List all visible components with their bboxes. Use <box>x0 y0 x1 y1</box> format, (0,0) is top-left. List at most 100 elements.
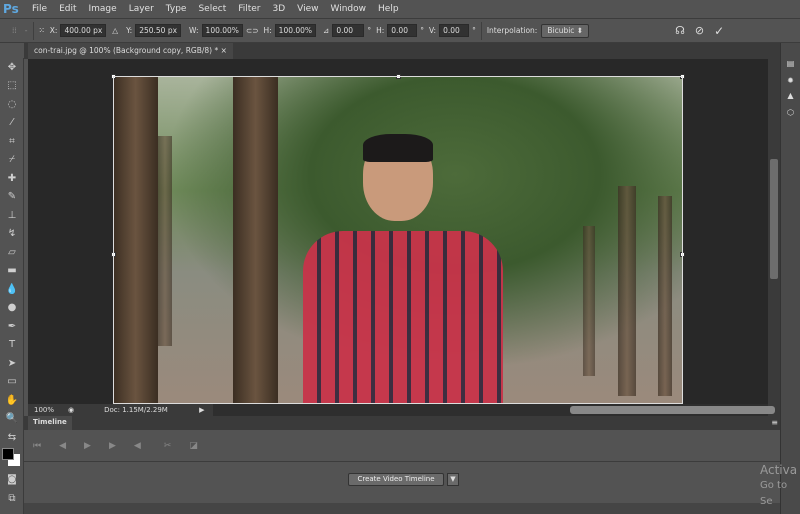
pen-tool-icon[interactable]: ✒ <box>0 317 24 336</box>
healing-tool-icon[interactable]: ✚ <box>0 169 24 188</box>
menu-help[interactable]: Help <box>372 4 405 14</box>
move-tool-icon[interactable]: ✥ <box>0 58 24 77</box>
document-tab[interactable]: con-trai.jpg @ 100% (Background copy, RG… <box>28 43 233 59</box>
menu-select[interactable]: Select <box>192 4 232 14</box>
document-tabs: con-trai.jpg @ 100% (Background copy, RG… <box>24 43 780 59</box>
vertical-scroll-thumb[interactable] <box>770 159 778 279</box>
hair <box>363 134 433 162</box>
lasso-tool-icon[interactable]: ◌ <box>0 95 24 114</box>
screen-mode-icon[interactable]: ⧉ <box>0 489 24 508</box>
reference-point-icon[interactable]: ⁙ <box>39 26 45 35</box>
close-tab-icon[interactable]: × <box>221 46 227 55</box>
hand-tool-icon[interactable]: ✋ <box>0 391 24 410</box>
menu-bar: Ps File Edit Image Layer Type Select Fil… <box>0 0 800 18</box>
gradient-tool-icon[interactable]: ▬ <box>0 262 24 281</box>
interpolation-value: Bicubic <box>547 25 575 35</box>
menu-filter[interactable]: Filter <box>232 4 266 14</box>
marquee-tool-icon[interactable]: ⬚ <box>0 77 24 96</box>
vskew-field[interactable]: 0.00 <box>439 24 470 37</box>
height-field[interactable]: 100.00% <box>274 24 317 37</box>
swap-colors-icon[interactable]: ⇆ <box>0 428 24 447</box>
transition-icon[interactable]: ◪ <box>189 441 198 451</box>
previous-frame-icon[interactable]: ◀ <box>59 441 66 451</box>
dash-icon: - <box>24 26 28 35</box>
adjustments-icon[interactable]: ✹ <box>781 76 800 85</box>
windows-activation-watermark: Activa Go to Se <box>760 462 800 510</box>
menu-3d[interactable]: 3D <box>267 4 292 14</box>
menu-file[interactable]: File <box>26 4 53 14</box>
menu-image[interactable]: Image <box>83 4 123 14</box>
play-icon[interactable]: ▶ <box>84 441 91 451</box>
link-icon[interactable]: ⊂⊃ <box>246 26 259 35</box>
split-scissors-icon[interactable]: ✂ <box>164 441 172 451</box>
color-swatches[interactable] <box>0 447 23 471</box>
path-select-tool-icon[interactable]: ➤ <box>0 354 24 373</box>
cancel-transform-icon[interactable]: ⊘ <box>695 24 704 37</box>
y-field[interactable]: 250.50 px <box>135 24 182 37</box>
photo-image[interactable] <box>113 76 683 404</box>
vskew-label: V: <box>429 26 437 35</box>
create-timeline-dropdown-icon[interactable]: ▼ <box>447 473 459 486</box>
hskew-field[interactable]: 0.00 <box>387 24 418 37</box>
eraser-tool-icon[interactable]: ▱ <box>0 243 24 262</box>
menu-view[interactable]: View <box>291 4 324 14</box>
audio-icon[interactable]: ◀ <box>134 441 141 451</box>
history-brush-icon[interactable]: ↯ <box>0 225 24 244</box>
stamp-tool-icon[interactable]: ⊥ <box>0 206 24 225</box>
commit-transform-icon[interactable]: ✓ <box>714 24 724 38</box>
w-label: W: <box>189 26 199 35</box>
interpolation-select[interactable]: Bicubic ⬍ <box>541 23 590 38</box>
next-frame-icon[interactable]: ▶ <box>109 441 116 451</box>
x-field[interactable]: 400.00 px <box>60 24 107 37</box>
zoom-tool-icon[interactable]: 🔍 <box>0 410 24 429</box>
horizontal-scrollbar[interactable] <box>213 404 775 416</box>
menu-window[interactable]: Window <box>325 4 373 14</box>
panel-menu-icon[interactable]: ≡ <box>771 418 778 427</box>
dodge-tool-icon[interactable]: ● <box>0 299 24 318</box>
3d-icon[interactable]: ⬡ <box>781 108 800 117</box>
x-label: X: <box>49 26 58 35</box>
status-menu-arrow-icon[interactable]: ▶ <box>199 406 204 414</box>
foreground-color-swatch[interactable] <box>2 447 14 460</box>
brush-tool-icon[interactable]: ✎ <box>0 188 24 207</box>
document-tab-title: con-trai.jpg @ 100% (Background copy, RG… <box>34 46 219 55</box>
menu-edit[interactable]: Edit <box>53 4 82 14</box>
timeline-footer <box>24 503 780 514</box>
tools-panel: ✥ ⬚ ◌ ⁄ ⌗ ⌿ ✚ ✎ ⊥ ↯ ▱ ▬ 💧 ● ✒ T ➤ ▭ ✋ 🔍 … <box>0 58 24 514</box>
horizontal-scroll-thumb[interactable] <box>570 406 775 414</box>
watermark-line2: Go to Se <box>760 480 788 507</box>
interpolation-label: Interpolation: <box>486 26 538 35</box>
crop-tool-icon[interactable]: ⌗ <box>0 132 24 151</box>
angle-field[interactable]: 0.00 <box>332 24 365 37</box>
layers-icon[interactable]: ▤ <box>781 59 800 68</box>
timeline-tab[interactable]: Timeline <box>28 416 72 430</box>
delta-icon[interactable]: △ <box>112 26 118 35</box>
warp-icon[interactable]: ☊ <box>675 24 685 37</box>
status-bar: 100% ◉ Doc: 1.15M/2.29M ▶ <box>28 404 780 416</box>
shape-tool-icon[interactable]: ▭ <box>0 373 24 392</box>
angle-icon: ⊿ <box>323 26 330 35</box>
first-frame-icon[interactable]: ⏮ <box>33 441 41 451</box>
timeline-header: Timeline ≡ <box>24 416 780 430</box>
blur-tool-icon[interactable]: 💧 <box>0 280 24 299</box>
width-field[interactable]: 100.00% <box>201 24 243 37</box>
create-video-timeline-button[interactable]: Create Video Timeline <box>348 473 444 486</box>
menu-layer[interactable]: Layer <box>123 4 160 14</box>
canvas-area[interactable] <box>28 59 768 404</box>
eyedropper-tool-icon[interactable]: ⌿ <box>0 151 24 170</box>
doc-size: Doc: 1.15M/2.29M <box>104 406 168 414</box>
h-label: H: <box>263 26 272 35</box>
watermark-line1: Activa <box>760 463 798 477</box>
tool-preset-icon[interactable]: ⁞⁞ <box>12 26 17 35</box>
quick-select-tool-icon[interactable]: ⁄ <box>0 114 24 133</box>
type-tool-icon[interactable]: T <box>0 336 24 355</box>
histogram-icon[interactable]: ▲ <box>781 91 800 100</box>
status-info-icon[interactable]: ◉ <box>68 406 74 414</box>
timeline-controls: ⏮ ◀ ▶ ▶ ◀ ✂ ◪ <box>24 430 780 462</box>
vertical-scrollbar[interactable] <box>768 59 780 404</box>
y-label: Y: <box>126 26 133 35</box>
photoshop-logo: Ps <box>3 2 19 16</box>
quick-mask-icon[interactable]: ◙ <box>0 471 24 490</box>
zoom-level[interactable]: 100% <box>34 406 64 414</box>
menu-type[interactable]: Type <box>160 4 193 14</box>
